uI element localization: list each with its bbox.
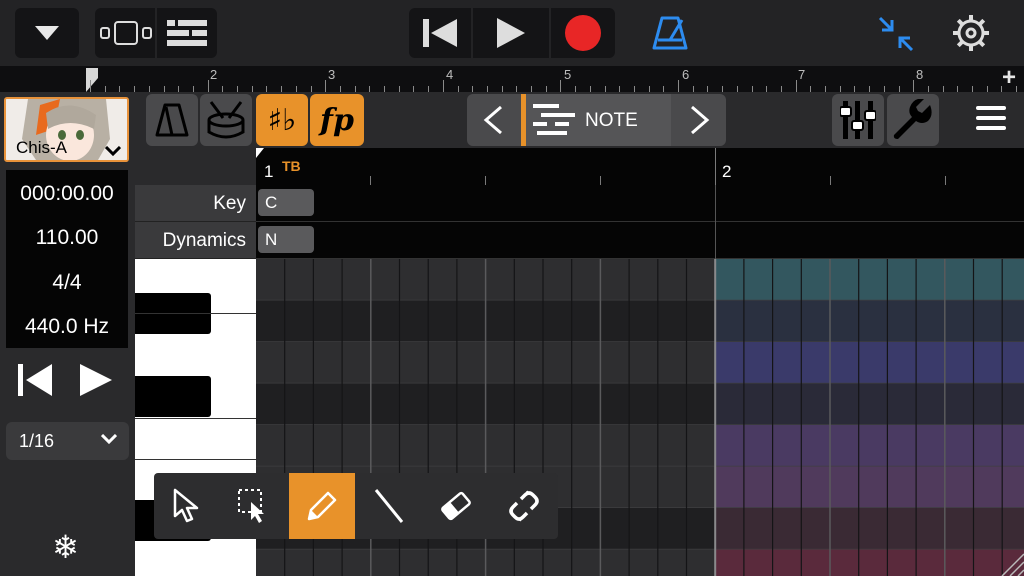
dynamics-icon: fp bbox=[320, 102, 354, 138]
ruler-bar-number: 5 bbox=[564, 67, 572, 82]
time-position[interactable]: 000:00.00 bbox=[6, 182, 128, 206]
edit-mode-navigator: NOTE bbox=[467, 94, 726, 146]
edit-mode-label: NOTE bbox=[585, 110, 638, 131]
key-lane[interactable]: C bbox=[256, 185, 1024, 222]
dynamics-lane[interactable]: N bbox=[256, 222, 1024, 259]
bar-start-marker-icon bbox=[256, 148, 264, 158]
skip-back-icon bbox=[18, 364, 52, 396]
chevron-down-icon bbox=[35, 26, 59, 40]
dynamics-value-chip[interactable]: N bbox=[258, 226, 314, 253]
track-view-icon bbox=[100, 21, 152, 45]
arrow-tool-button[interactable] bbox=[154, 473, 220, 539]
quantize-select[interactable]: 1/16 bbox=[6, 422, 129, 460]
tempo-beat-marker[interactable]: TB bbox=[282, 158, 301, 174]
ruler-bar-number: 4 bbox=[446, 67, 454, 82]
metronome-icon bbox=[652, 16, 688, 50]
ruler-bar-number: 3 bbox=[328, 67, 336, 82]
pencil-tool-button[interactable] bbox=[289, 473, 355, 539]
tuning-value[interactable]: 440.0 Hz bbox=[6, 315, 128, 339]
mixer-button[interactable] bbox=[832, 94, 884, 146]
chevron-down-icon bbox=[105, 146, 121, 156]
select-tool-button[interactable] bbox=[221, 473, 287, 539]
timeline-ruler[interactable]: 2 3 4 5 6 7 8 bbox=[86, 66, 1024, 92]
settings-gear-icon bbox=[953, 15, 989, 51]
link-tool-button[interactable] bbox=[491, 473, 557, 539]
rewind-button[interactable] bbox=[409, 8, 471, 58]
black-key[interactable] bbox=[135, 376, 211, 417]
ruler-bar-number: 7 bbox=[798, 67, 806, 82]
chevron-right-icon bbox=[691, 105, 710, 135]
song-info-panel: 000:00.00 110.00 4/4 440.0 Hz bbox=[6, 170, 128, 348]
previous-mode-button[interactable] bbox=[467, 94, 519, 146]
chevron-down-icon bbox=[101, 434, 117, 444]
header-spacer bbox=[135, 148, 256, 185]
left-panel: Chis-A 000:00.00 110.00 4/4 440.0 Hz 1/1… bbox=[0, 92, 135, 576]
ruler-bar-number: 8 bbox=[916, 67, 924, 82]
mixer-sliders-icon bbox=[840, 101, 876, 139]
edit-tool-palette bbox=[154, 473, 558, 539]
wrench-icon bbox=[893, 99, 932, 139]
edit-mode-selector[interactable]: NOTE bbox=[521, 94, 671, 146]
note-mode-icon bbox=[533, 104, 575, 135]
eraser-tool-button[interactable] bbox=[423, 473, 489, 539]
record-button[interactable] bbox=[551, 8, 615, 58]
list-view-button[interactable] bbox=[157, 8, 217, 58]
select-tool-icon bbox=[238, 489, 264, 523]
bar-number: 2 bbox=[722, 162, 732, 181]
eraser-tool-icon bbox=[441, 491, 471, 521]
hamburger-menu-button[interactable] bbox=[976, 106, 1006, 135]
rewind-to-start-icon bbox=[423, 19, 457, 47]
play-button[interactable] bbox=[473, 8, 549, 58]
add-bar-button[interactable]: + bbox=[1002, 64, 1016, 92]
track-view-button[interactable] bbox=[97, 8, 155, 58]
view-toggle-group bbox=[95, 8, 217, 58]
metronome-button[interactable] bbox=[652, 14, 688, 57]
transport-group bbox=[409, 8, 615, 58]
dropdown-menu-button[interactable] bbox=[15, 8, 79, 58]
settings-button[interactable] bbox=[952, 14, 990, 57]
editor-toolbar: ♯♭ fp NOTE bbox=[135, 92, 1024, 148]
time-signature[interactable]: 4/4 bbox=[6, 271, 128, 295]
play-icon bbox=[497, 18, 525, 48]
accidentals-button[interactable]: ♯♭ bbox=[256, 94, 308, 146]
singer-name: Chis-A bbox=[16, 138, 68, 157]
hamburger-menu-icon bbox=[976, 106, 1006, 130]
bar-header[interactable]: 1 TB 2 bbox=[256, 148, 1024, 185]
sharp-flat-icon: ♯♭ bbox=[267, 102, 297, 138]
collapse-icon bbox=[878, 16, 914, 52]
line-tool-icon bbox=[374, 489, 404, 523]
collapse-button[interactable] bbox=[878, 16, 914, 57]
metronome-icon bbox=[155, 103, 189, 137]
quantize-value: 1/16 bbox=[19, 431, 55, 451]
line-tool-button[interactable] bbox=[356, 473, 422, 539]
arrow-tool-icon bbox=[173, 488, 199, 523]
key-lane-label: Key bbox=[135, 185, 256, 222]
pencil-tool-icon bbox=[307, 491, 337, 521]
previous-button[interactable] bbox=[18, 364, 54, 401]
rhythm-button[interactable] bbox=[200, 94, 252, 146]
key-value-chip[interactable]: C bbox=[258, 189, 314, 216]
dynamics-lane-label: Dynamics bbox=[135, 222, 256, 259]
play-icon bbox=[80, 364, 112, 396]
next-mode-button[interactable] bbox=[674, 94, 726, 146]
broken-link-icon bbox=[509, 490, 539, 522]
dynamics-button[interactable]: fp bbox=[310, 94, 364, 146]
list-view-icon bbox=[167, 20, 207, 46]
freeze-button[interactable]: ❄ bbox=[52, 528, 79, 566]
play-from-panel-button[interactable] bbox=[80, 364, 112, 401]
snowflake-icon: ❄ bbox=[52, 529, 79, 565]
ruler-bar-number: 2 bbox=[210, 67, 218, 82]
ruler-spacer bbox=[0, 66, 86, 92]
tools-settings-button[interactable] bbox=[887, 94, 939, 146]
record-icon bbox=[565, 15, 601, 51]
singer-selector[interactable]: Chis-A bbox=[4, 97, 129, 162]
playhead-marker-icon[interactable] bbox=[86, 66, 100, 92]
chevron-left-icon bbox=[483, 105, 502, 135]
bar-number: 1 bbox=[264, 162, 274, 181]
top-toolbar bbox=[0, 0, 1024, 66]
tempo-value[interactable]: 110.00 bbox=[6, 226, 128, 250]
metronome-toggle-button[interactable] bbox=[146, 94, 198, 146]
ruler-bar-number: 6 bbox=[682, 67, 690, 82]
drum-icon bbox=[207, 101, 245, 139]
